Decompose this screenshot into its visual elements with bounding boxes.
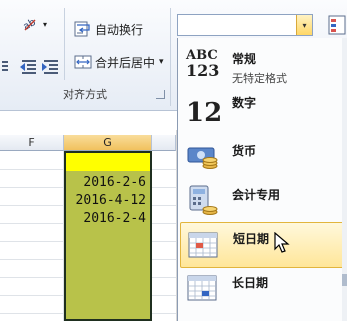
merge-center-label: 合并后居中 — [95, 55, 156, 70]
format-item-currency[interactable]: 货币 — [180, 134, 345, 180]
number-format-combobox[interactable]: ▾ — [177, 14, 313, 36]
increase-indent-button[interactable] — [42, 56, 63, 76]
decrease-indent-button[interactable] — [20, 56, 41, 76]
dialog-launcher-icon[interactable] — [156, 90, 165, 99]
selected-column-g[interactable]: 2016-2-6 2016-4-12 2016-2-4 — [64, 151, 152, 321]
format-item-label: 短日期 — [233, 232, 270, 246]
chevron-down-icon: ▾ — [302, 20, 307, 30]
format-item-long-date[interactable]: 长日期 — [180, 266, 345, 312]
orientation-dropdown-arrow: ▾ — [43, 19, 48, 29]
merge-dropdown-arrow[interactable]: ▾ — [159, 57, 164, 67]
number-format-dropdown-button[interactable]: ▾ — [296, 15, 312, 35]
format-item-label: 货币 — [232, 144, 257, 158]
column-header-next[interactable] — [152, 135, 176, 151]
column-header-G[interactable]: G — [64, 135, 152, 151]
abc-123-icon: ABC 123 — [186, 48, 220, 82]
conditional-formatting-icon[interactable] — [327, 14, 347, 38]
highlighted-cell[interactable] — [66, 153, 150, 171]
calendar-short-date-icon — [187, 229, 221, 263]
number-format-menu: ABC 123 常规 无特定格式 12 数字 货币 会计专用 短日期 长日期 — [177, 38, 347, 321]
indent-icon — [0, 58, 10, 74]
date-cell[interactable]: 2016-2-6 — [83, 175, 146, 190]
mouse-pointer-icon — [274, 231, 290, 254]
number-12-icon: 12 — [186, 98, 223, 128]
scrollbar-thumb[interactable] — [342, 274, 347, 286]
orientation-button[interactable]: ab ▾ — [21, 14, 48, 34]
calendar-long-date-icon — [186, 272, 220, 306]
format-item-short-date[interactable]: 短日期 — [180, 222, 345, 268]
merge-center-icon — [74, 54, 92, 70]
format-item-number[interactable]: 12 数字 — [180, 90, 345, 136]
increase-indent-partial-button[interactable] — [0, 56, 13, 76]
text-orientation-icon: ab — [21, 16, 40, 33]
wrap-text-button[interactable]: 自动换行 — [74, 19, 143, 39]
menu-scrollbar[interactable] — [342, 38, 347, 321]
format-item-label: 常规 — [232, 52, 257, 66]
format-item-label: 长日期 — [232, 276, 269, 290]
format-item-label: 会计专用 — [232, 188, 281, 202]
format-item-label: 数字 — [232, 96, 257, 110]
format-item-general[interactable]: ABC 123 常规 无特定格式 — [180, 42, 345, 88]
merge-center-button[interactable]: 合并后居中 ▾ — [74, 52, 164, 72]
decrease-indent-icon — [20, 58, 38, 74]
format-item-accounting[interactable]: 会计专用 — [180, 178, 345, 224]
date-cell[interactable]: 2016-2-4 — [83, 211, 146, 226]
currency-icon — [186, 140, 220, 174]
123-glyph: 123 — [186, 61, 220, 80]
ribbon-separator — [64, 8, 65, 80]
wrap-text-icon — [74, 21, 92, 37]
date-cell[interactable]: 2016-4-12 — [76, 193, 146, 208]
increase-indent-icon — [42, 58, 60, 74]
alignment-group-label: 对齐方式 — [63, 88, 107, 101]
accounting-icon — [186, 184, 220, 218]
format-item-description: 无特定格式 — [232, 72, 287, 85]
column-header-F[interactable]: F — [0, 135, 64, 151]
wrap-text-label: 自动换行 — [95, 22, 144, 37]
ribbon-separator-right — [170, 8, 171, 106]
